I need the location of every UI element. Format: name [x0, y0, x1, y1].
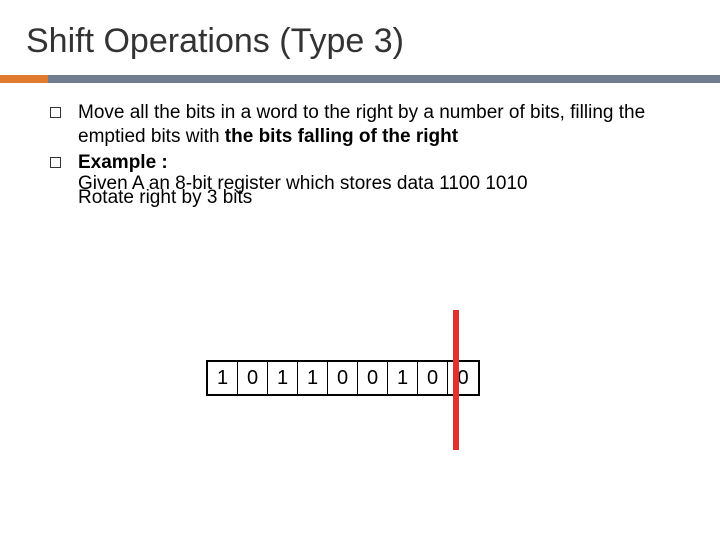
red-divider-bar [453, 310, 459, 450]
register-cell: 0 [418, 362, 448, 394]
register-cell: 1 [298, 362, 328, 394]
register-cell: 1 [388, 362, 418, 394]
register-cell: 0 [358, 362, 388, 394]
register-diagram: 1 0 1 1 0 0 1 0 0 [206, 360, 480, 480]
bullet0-right-word: right [356, 102, 393, 123]
bullet0-bold2: the bits falling of the right [225, 126, 458, 147]
register-cell: 1 [208, 362, 238, 394]
accent-orange [0, 75, 48, 83]
register-cell: 0 [238, 362, 268, 394]
register-cell: 0 [328, 362, 358, 394]
register-cell: 1 [268, 362, 298, 394]
content-area: Move all the bits in a word to the right… [0, 101, 720, 210]
register-row: 1 0 1 1 0 0 1 0 0 [206, 360, 480, 396]
bullet-item-0: Move all the bits in a word to the right… [46, 101, 674, 149]
slide: Shift Operations (Type 3) Move all the b… [0, 0, 720, 540]
title-rule [0, 75, 720, 83]
bullet-list: Move all the bits in a word to the right… [46, 101, 674, 174]
accent-gray [48, 75, 720, 83]
bullet0-text-pre: Move all the bits in a word to the [78, 102, 356, 123]
example-label: Example : [78, 152, 168, 173]
slide-title: Shift Operations (Type 3) [0, 0, 720, 71]
bullet-item-1: Example : [46, 151, 674, 175]
